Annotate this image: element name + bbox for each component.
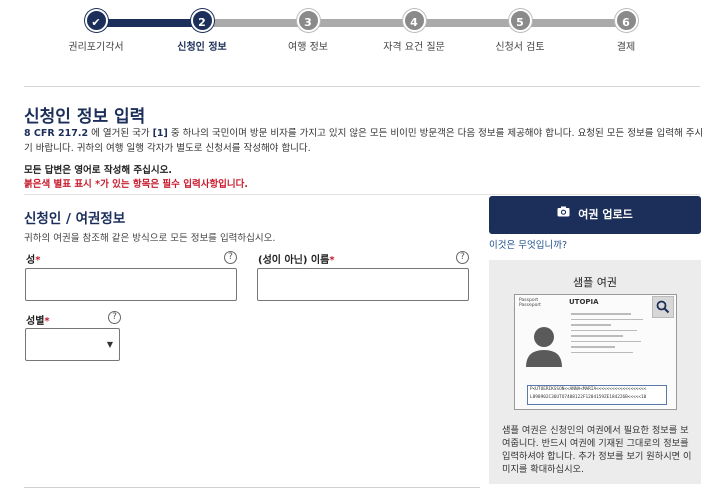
passport-country: UTOPIA — [569, 298, 599, 306]
what-is-this-link[interactable]: 이것은 무엇입니까? — [489, 237, 567, 251]
help-icon[interactable]: ? — [108, 311, 121, 324]
progress-steps: ✔ 권리포기각서 2 신청인 정보 3 여행 정보 4 자격 요건 질문 5 신… — [0, 0, 720, 60]
divider — [24, 86, 700, 87]
step-4: 4 자격 요건 질문 — [354, 9, 474, 53]
gender-label-text: 성별 — [26, 316, 45, 327]
mrz-line-1: P<UTOERIKSSON<<ANNA<MARIA<<<<<<<<<<<<<<<… — [530, 387, 647, 392]
step-label: 신청인 정보 — [177, 42, 227, 53]
step-2: 2 신청인 정보 — [142, 9, 262, 53]
sample-description: 샘플 여권은 신청인의 여권에서 필요한 정보를 보여줍니다. 반드시 여권에 … — [502, 425, 692, 475]
surname-input[interactable] — [25, 268, 237, 301]
intro-text: 8 CFR 217.2 에 열거된 국가 [1] 중 하나의 국민이며 방문 비… — [24, 126, 708, 156]
step-label: 여행 정보 — [288, 42, 328, 53]
passport-text-lines — [571, 313, 651, 357]
upload-passport-button[interactable]: 여권 업로드 — [489, 196, 701, 234]
step-label: 신청서 검토 — [495, 42, 545, 53]
section-title: 신청인 / 여권정보 — [24, 211, 126, 227]
step-label: 자격 요건 질문 — [383, 42, 445, 53]
camera-icon — [557, 195, 570, 233]
intro-part-1: 에 열거된 국가 — [88, 128, 153, 139]
page-title: 신청인 정보 입력 — [24, 107, 146, 127]
step-6: 6 결제 — [566, 9, 686, 53]
given-name-label-text: (성이 아닌) 이름 — [258, 255, 330, 266]
passport-photo — [523, 317, 565, 367]
step-1[interactable]: ✔ 권리포기각서 — [36, 9, 156, 53]
required-marker: * — [35, 255, 41, 266]
step-label: 결제 — [616, 42, 636, 53]
check-icon: ✔ — [84, 9, 108, 32]
step-label: 권리포기각서 — [68, 42, 124, 53]
step-5: 5 신청서 검토 — [460, 9, 580, 53]
gender-select[interactable]: ▼ — [25, 328, 120, 361]
step-number: 3 — [296, 9, 320, 32]
divider — [24, 487, 480, 488]
section-description: 귀하의 여권을 참조해 같은 방식으로 모든 정보를 입력하십시오. — [24, 233, 276, 244]
mrz-line-2: L898902C36UTO7408122F1204159ZE184226B<<<… — [530, 395, 647, 400]
divider — [24, 194, 700, 195]
step-number: 6 — [614, 9, 638, 32]
cfr-link[interactable]: 8 CFR 217.2 — [24, 128, 88, 139]
english-note: 모든 답변은 영어로 작성해 주십시오. — [24, 165, 172, 176]
footnote-link[interactable]: [1] — [153, 128, 168, 139]
upload-button-label: 여권 업로드 — [578, 208, 633, 221]
surname-label: 성* — [26, 251, 40, 266]
required-note: 붉은색 별표 표시 *가 있는 항목은 필수 입력사항입니다. — [24, 179, 249, 190]
passport-mrz: P<UTOERIKSSON<<ANNA<MARIA<<<<<<<<<<<<<<<… — [527, 385, 667, 405]
help-icon[interactable]: ? — [224, 251, 237, 264]
step-number: 5 — [508, 9, 532, 32]
search-icon[interactable] — [652, 296, 674, 318]
required-marker: * — [44, 316, 50, 327]
passport-header: Passport Passeport — [519, 298, 541, 308]
sample-title: 샘플 여권 — [573, 276, 617, 289]
sample-passport-panel: 샘플 여권 Passport Passeport UTOPIA P<UTOERI… — [489, 260, 701, 484]
required-marker: * — [329, 255, 335, 266]
sample-passport-image[interactable]: Passport Passeport UTOPIA P<UTOERIKSSON<… — [514, 294, 677, 410]
surname-label-text: 성 — [26, 255, 36, 266]
given-name-input[interactable] — [257, 268, 469, 301]
step-number: 2 — [190, 9, 214, 32]
help-icon[interactable]: ? — [456, 251, 469, 264]
gender-label: 성별* — [26, 312, 50, 327]
step-number: 4 — [402, 9, 426, 32]
chevron-down-icon: ▼ — [106, 340, 113, 349]
step-3: 3 여행 정보 — [248, 9, 368, 53]
given-name-label: (성이 아닌) 이름* — [258, 251, 335, 266]
